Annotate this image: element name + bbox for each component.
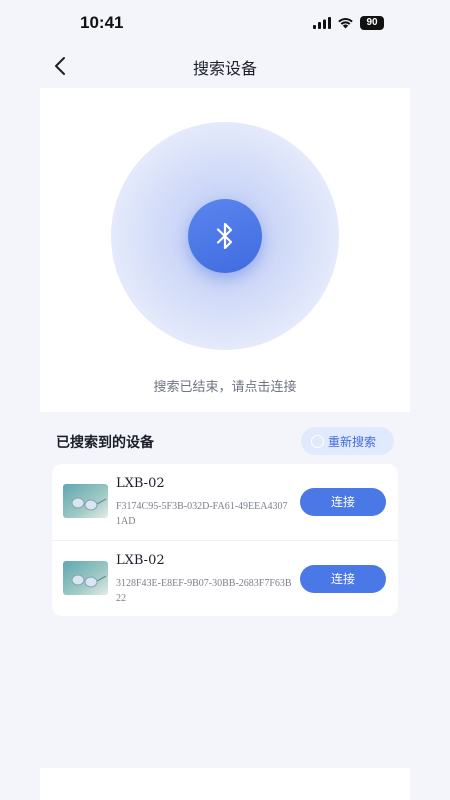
glasses-product-image <box>63 484 108 518</box>
status-icons: 90 <box>313 15 384 31</box>
device-id: 3128F43E-E8EF-9B07-30BB-2683F7F63B22 <box>116 578 292 604</box>
bluetooth-icon <box>216 222 233 250</box>
page-title: 搜索设备 <box>192 59 257 78</box>
device-name: LXB-02 <box>116 476 165 491</box>
connect-button[interactable]: 连接 <box>300 565 386 593</box>
cellular-signal-icon <box>313 17 331 29</box>
found-devices-title: 已搜索到的设备 <box>56 435 154 451</box>
battery-icon: 90 <box>360 16 384 30</box>
device-name: LXB-02 <box>116 553 165 568</box>
rescan-label: 重新搜索 <box>328 434 377 449</box>
glasses-product-image <box>63 561 108 595</box>
device-id: F3174C95-5F3B-032D-FA61-49EEA43071AD <box>116 501 288 527</box>
bluetooth-scan-button[interactable] <box>188 199 262 273</box>
device-item[interactable]: LXB-02 F3174C95-5F3B-032D-FA61-49EEA4307… <box>52 464 398 540</box>
refresh-icon <box>311 434 324 448</box>
scan-panel: 搜索已结束，请点击连接 <box>40 88 410 412</box>
status-bar: 10:41 90 <box>0 0 450 46</box>
bottom-panel <box>40 768 410 800</box>
wifi-icon <box>338 18 353 29</box>
nav-bar: 搜索设备 <box>0 46 450 86</box>
rescan-button[interactable]: 重新搜索 <box>301 427 394 455</box>
connect-button[interactable]: 连接 <box>300 488 386 516</box>
scan-status-text: 搜索已结束，请点击连接 <box>153 380 297 395</box>
device-item[interactable]: LXB-02 3128F43E-E8EF-9B07-30BB-2683F7F63… <box>52 540 398 616</box>
status-time: 10:41 <box>80 13 124 32</box>
device-list: LXB-02 F3174C95-5F3B-032D-FA61-49EEA4307… <box>52 464 398 616</box>
